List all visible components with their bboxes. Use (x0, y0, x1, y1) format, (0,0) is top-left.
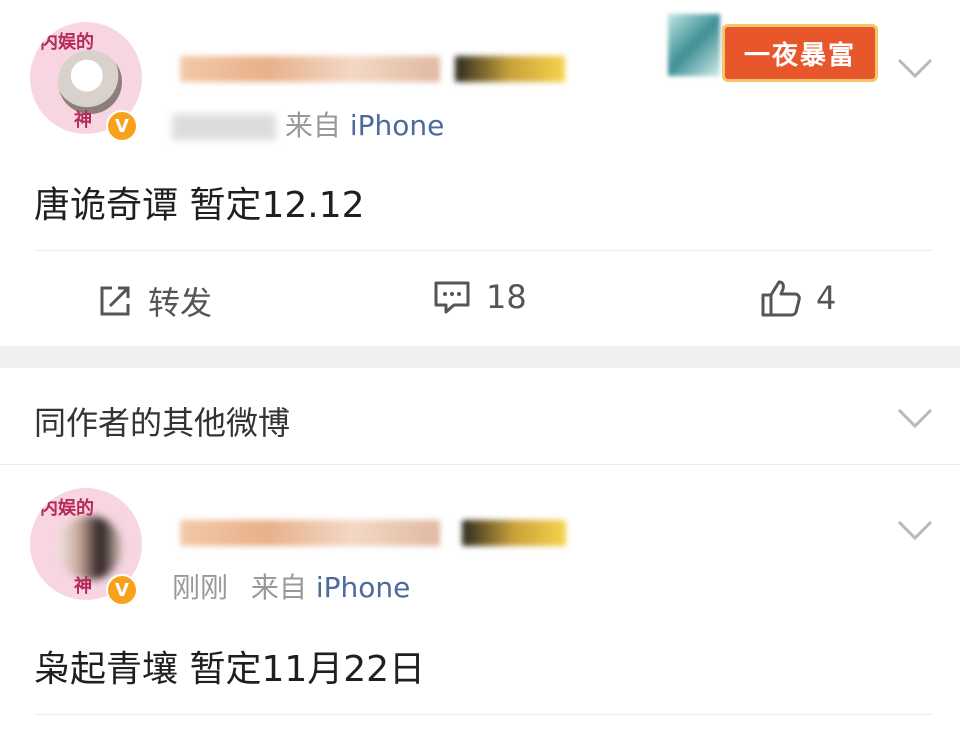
avatar-image (58, 516, 122, 580)
user-level-badge (462, 520, 566, 546)
user-level-badge (455, 56, 565, 82)
source-device[interactable]: iPhone (316, 571, 411, 604)
repost-label: 转发 (148, 284, 213, 322)
repost-icon (100, 286, 130, 316)
chevron-down-icon[interactable] (895, 518, 935, 542)
repost-button[interactable]: 转发 (96, 278, 212, 324)
username-blurred[interactable] (180, 56, 440, 82)
comment-button[interactable]: 18 (432, 278, 527, 316)
section-title: 同作者的其他微博 (34, 404, 291, 442)
like-button[interactable]: 4 (760, 278, 836, 318)
divider (34, 714, 932, 715)
verified-icon: V (106, 110, 138, 142)
section-separator (0, 346, 960, 368)
avatar-image (58, 50, 122, 114)
comment-count: 18 (486, 278, 527, 316)
source-prefix: 来自 (284, 109, 341, 142)
post-content: 唐诡奇谭 暂定12.12 (34, 185, 365, 226)
divider (0, 464, 960, 465)
chevron-down-icon[interactable] (895, 406, 935, 430)
post-time-blurred (172, 114, 276, 140)
avatar-tag-bottom: 神 (74, 110, 92, 131)
fortune-badge[interactable]: 一夜暴富 (722, 24, 878, 82)
avatar-tag-top: 内娱的 (40, 498, 94, 519)
chevron-down-icon[interactable] (895, 56, 935, 80)
divider (34, 250, 932, 251)
username-blurred[interactable] (180, 520, 440, 546)
source-device[interactable]: iPhone (350, 109, 445, 142)
comment-icon (434, 281, 470, 314)
thumbs-up-icon (761, 280, 801, 317)
like-count: 4 (816, 279, 837, 317)
avatar-tag-top: 内娱的 (40, 32, 94, 53)
badge-decoration (668, 14, 720, 76)
post-meta: 来自 iPhone (172, 104, 444, 144)
avatar-tag-bottom: 神 (74, 576, 92, 597)
source-prefix: 来自 (250, 571, 307, 604)
verified-icon: V (106, 574, 138, 606)
post-content: 枭起青壤 暂定11月22日 (34, 649, 426, 690)
post-time: 刚刚 (172, 571, 229, 604)
post-meta: 刚刚 来自 iPhone (172, 566, 410, 606)
